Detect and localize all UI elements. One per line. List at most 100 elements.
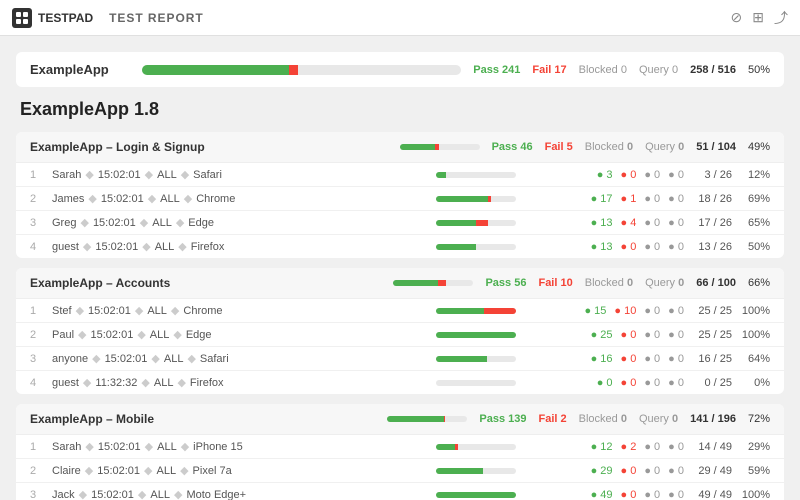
group-stats: Pass 139Fail 2Blocked 0Query 0141 / 1967… xyxy=(479,413,770,425)
table-row: 2James◆15:02:01◆ALL◆Chrome● 17● 1● 0● 01… xyxy=(16,187,784,211)
row-bar-pass xyxy=(436,444,455,450)
table-row: 2Paul◆15:02:01◆ALL◆Edge● 25● 0● 0● 025 /… xyxy=(16,323,784,347)
group: ExampleApp – Mobile Pass 139Fail 2Blocked… xyxy=(16,404,784,500)
group-header: ExampleApp – Mobile Pass 139Fail 2Blocked… xyxy=(16,404,784,435)
row-progress-bar xyxy=(436,380,516,386)
row-count: 29 / 49 xyxy=(692,465,732,477)
row-number: 1 xyxy=(30,305,44,317)
row-time: 15:02:01 xyxy=(98,169,141,181)
table-row: 1Sarah◆15:02:01◆ALL◆iPhone 15● 12● 2● 0●… xyxy=(16,435,784,459)
table-row: 3Jack◆15:02:01◆ALL◆Moto Edge+● 49● 0● 0●… xyxy=(16,483,784,500)
group-bar-fail xyxy=(444,416,445,422)
summary-label: ExampleApp xyxy=(30,62,130,77)
group: ExampleApp – Login & SignupPass 46Fail 5… xyxy=(16,132,784,258)
group-bar-fail xyxy=(438,280,446,286)
summary-pct: 50% xyxy=(748,64,770,76)
row-bar-fail xyxy=(484,308,516,314)
logo-text: TESTPAD xyxy=(38,11,93,25)
table-row: 4guest◆15:02:01◆ALL◆Firefox● 13● 0● 0● 0… xyxy=(16,235,784,258)
row-info: Greg◆15:02:01◆ALL◆Edge xyxy=(52,216,428,229)
row-time: 15:02:01 xyxy=(105,353,148,365)
row-info: guest◆15:02:01◆ALL◆Firefox xyxy=(52,240,428,253)
row-bar-pass xyxy=(436,220,476,226)
row-number: 1 xyxy=(30,441,44,453)
row-count: 0 / 25 xyxy=(692,377,732,389)
row-user: Paul xyxy=(52,329,74,341)
row-count: 17 / 26 xyxy=(692,217,732,229)
row-count: 18 / 26 xyxy=(692,193,732,205)
row-user: James xyxy=(52,193,84,205)
share-icon[interactable]: ⤴ xyxy=(774,8,788,28)
row-stats: ● 13● 4● 0● 0 xyxy=(524,217,684,229)
row-user: Sarah xyxy=(52,169,81,181)
row-env: ALL xyxy=(150,329,170,341)
group-name: ExampleApp – Mobile xyxy=(30,412,375,426)
row-count: 13 / 26 xyxy=(692,241,732,253)
row-progress-bar xyxy=(436,308,516,314)
row-stats: ● 25● 0● 0● 0 xyxy=(524,329,684,341)
row-time: 15:02:01 xyxy=(91,329,134,341)
group-name: ExampleApp – Login & Signup xyxy=(30,140,388,154)
header-title: TEST REPORT xyxy=(109,11,204,25)
row-number: 2 xyxy=(30,329,44,341)
wifi-icon[interactable]: ⊘ xyxy=(731,9,743,26)
row-pct: 100% xyxy=(740,305,770,317)
row-time: 15:02:01 xyxy=(97,465,140,477)
row-env: ALL xyxy=(154,377,174,389)
row-browser: Safari xyxy=(193,169,222,181)
row-env: ALL xyxy=(160,193,180,205)
row-pct: 29% xyxy=(740,441,770,453)
row-bar-pass xyxy=(436,244,476,250)
summary-fail: 17 xyxy=(554,64,566,76)
row-env: ALL xyxy=(157,465,177,477)
row-progress-bar xyxy=(436,468,516,474)
row-pct: 50% xyxy=(740,241,770,253)
settings-icon[interactable]: ⊞ xyxy=(752,9,764,26)
row-stats: ● 49● 0● 0● 0 xyxy=(524,489,684,500)
row-pct: 64% xyxy=(740,353,770,365)
row-time: 15:02:01 xyxy=(88,305,131,317)
row-user: guest xyxy=(52,377,79,389)
row-bar-fail xyxy=(476,220,488,226)
row-number: 4 xyxy=(30,377,44,389)
table-row: 3anyone◆15:02:01◆ALL◆Safari● 16● 0● 0● 0… xyxy=(16,347,784,371)
row-bar-pass xyxy=(436,492,516,498)
group-bar xyxy=(387,416,467,422)
logo: TESTPAD xyxy=(12,8,93,28)
row-browser: Moto Edge+ xyxy=(186,489,246,500)
group-bar-pass xyxy=(393,280,438,286)
row-info: guest◆11:32:32◆ALL◆Firefox xyxy=(52,376,428,389)
group-bar xyxy=(400,144,480,150)
group-bar-pass xyxy=(387,416,444,422)
row-info: Sarah◆15:02:01◆ALL◆Safari xyxy=(52,168,428,181)
main-content: ExampleApp Pass 241 Fail 17 Blocked 0 Qu… xyxy=(0,36,800,500)
row-time: 15:02:01 xyxy=(93,217,136,229)
app-header: TESTPAD TEST REPORT ⊘ ⊞ ⤴ xyxy=(0,0,800,36)
row-count: 3 / 26 xyxy=(692,169,732,181)
row-count: 25 / 25 xyxy=(692,329,732,341)
summary-pass: 241 xyxy=(502,64,520,76)
group-header: ExampleApp – AccountsPass 56Fail 10Block… xyxy=(16,268,784,299)
row-bar-pass xyxy=(436,196,488,202)
row-count: 25 / 25 xyxy=(692,305,732,317)
logo-icon xyxy=(12,8,32,28)
row-number: 4 xyxy=(30,241,44,253)
table-row: 2Claire◆15:02:01◆ALL◆Pixel 7a● 29● 0● 0●… xyxy=(16,459,784,483)
row-env: ALL xyxy=(157,169,177,181)
row-pct: 100% xyxy=(740,329,770,341)
row-env: ALL xyxy=(150,489,170,500)
table-row: 1Sarah◆15:02:01◆ALL◆Safari● 3● 0● 0● 03 … xyxy=(16,163,784,187)
table-row: 3Greg◆15:02:01◆ALL◆Edge● 13● 4● 0● 017 /… xyxy=(16,211,784,235)
row-bar-pass xyxy=(436,356,487,362)
row-progress-bar xyxy=(436,196,516,202)
row-browser: Pixel 7a xyxy=(193,465,232,477)
table-row: 1Stef◆15:02:01◆ALL◆Chrome● 15● 10● 0● 02… xyxy=(16,299,784,323)
row-browser: Firefox xyxy=(191,241,225,253)
row-info: Jack◆15:02:01◆ALL◆Moto Edge+ xyxy=(52,488,428,500)
row-pct: 65% xyxy=(740,217,770,229)
row-progress-bar xyxy=(436,220,516,226)
section-title: ExampleApp 1.8 xyxy=(16,99,784,120)
row-stats: ● 16● 0● 0● 0 xyxy=(524,353,684,365)
row-browser: Firefox xyxy=(190,377,224,389)
row-user: Jack xyxy=(52,489,75,500)
